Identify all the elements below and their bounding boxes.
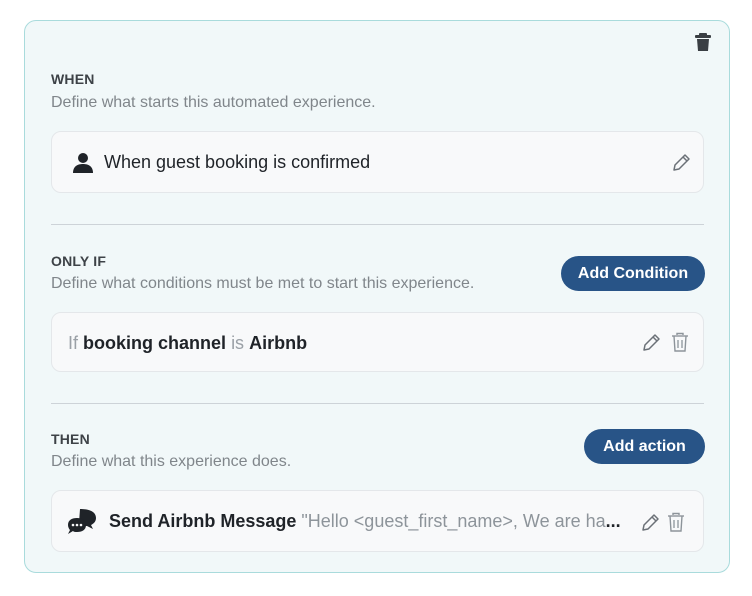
only-if-description: Define what conditions must be met to st… — [51, 275, 475, 292]
then-title: THEN — [51, 431, 90, 447]
when-description: Define what starts this automated experi… — [51, 94, 376, 111]
chat-bubbles-icon — [68, 509, 96, 534]
trash-icon[interactable] — [694, 32, 712, 52]
trigger-label: When guest booking is confirmed — [104, 152, 371, 172]
section-divider — [51, 403, 704, 404]
condition-operator: is — [231, 333, 245, 353]
edit-pencil-icon[interactable] — [640, 513, 660, 533]
condition-field: booking channel — [83, 333, 227, 353]
condition-prefix: If — [68, 333, 79, 353]
add-action-button[interactable]: Add action — [584, 429, 705, 464]
action-row[interactable]: Send Airbnb Message "Hello <guest_first_… — [51, 490, 704, 552]
edit-pencil-icon[interactable] — [641, 333, 661, 353]
trash-outline-icon[interactable] — [667, 512, 685, 533]
action-preview: "Hello <guest_first_name>, We are ha — [301, 511, 606, 531]
trash-outline-icon[interactable] — [671, 332, 689, 353]
condition-value: Airbnb — [249, 333, 308, 353]
section-divider — [51, 224, 704, 225]
action-text: Send Airbnb Message "Hello <guest_first_… — [109, 511, 621, 532]
person-icon — [73, 153, 93, 173]
action-ellipsis: ... — [605, 511, 621, 531]
edit-pencil-icon[interactable] — [671, 153, 691, 173]
action-label: Send Airbnb Message — [109, 511, 297, 531]
only-if-title: ONLY IF — [51, 253, 107, 269]
add-condition-button[interactable]: Add Condition — [561, 256, 705, 291]
condition-row[interactable]: If booking channel is Airbnb — [51, 312, 704, 372]
condition-text: If booking channel is Airbnb — [68, 333, 307, 354]
when-title: WHEN — [51, 71, 95, 87]
trigger-row[interactable]: When guest booking is confirmed — [51, 131, 704, 193]
then-description: Define what this experience does. — [51, 453, 292, 470]
